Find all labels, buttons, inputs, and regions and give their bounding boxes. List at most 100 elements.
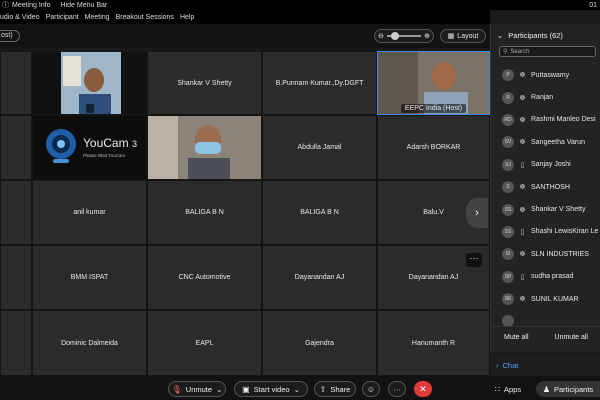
video-tile[interactable] — [147, 115, 262, 180]
tile-label: EAPL — [195, 339, 214, 347]
video-tile[interactable]: Abdulla Jamal — [262, 115, 377, 180]
close-icon: ✕ — [419, 383, 427, 394]
chevron-down-icon[interactable]: ⌄ — [294, 385, 300, 394]
participant-row[interactable]: SS ☸ Shankar V Shetty — [491, 198, 600, 220]
menu-bar: udio & Video Participant Meeting Breakou… — [0, 10, 490, 24]
video-tile[interactable]: Shankar V Shetty — [147, 51, 262, 115]
tile-label: Dayanandan AJ — [294, 274, 345, 281]
participant-row[interactable]: SP ▯ sudha prasad — [491, 266, 600, 288]
participant-row[interactable]: SK ☸ SUNIL KUMAR — [491, 288, 600, 310]
participant-row[interactable]: SI ☸ SLN INDUSTRIES — [491, 243, 600, 265]
zoom-slider[interactable] — [386, 32, 422, 40]
tile-label: Abdulla Jamal — [297, 144, 342, 151]
start-video-button[interactable]: ▣ Start video ⌄ — [234, 381, 308, 397]
meeting-info[interactable]: ⓘ Meeting Info — [2, 0, 51, 10]
time-fragment: 01 — [589, 1, 597, 9]
participant-row[interactable]: R ☸ Ranjan — [491, 86, 600, 108]
video-tile[interactable]: Dominic Dalmeida — [32, 310, 147, 376]
avatar: SS — [502, 203, 514, 216]
participant-name: SANTHOSH — [531, 183, 570, 191]
participant-search-input[interactable]: ⚲ Search — [499, 46, 596, 57]
chevron-right-icon: › — [496, 360, 499, 370]
video-tile[interactable] — [0, 245, 32, 310]
reactions-button[interactable]: ☺ — [362, 381, 380, 397]
host-video-tile[interactable]: EEPC India (Host) — [377, 51, 490, 115]
video-tile[interactable]: B.Punnam Kumar.,Dy.DGFT — [262, 51, 377, 115]
chevron-down-icon[interactable]: ⌄ — [497, 31, 503, 40]
participant-row[interactable]: SS ▯ Shashi LewisKiran Le — [491, 221, 600, 243]
video-tile[interactable]: BALIGA B N — [262, 180, 377, 245]
zoom-in-icon[interactable]: ⊕ — [424, 32, 430, 40]
participants-panel: ⌄ Participants (62) ⚲ Search P ☸ Puttaswam… — [490, 24, 600, 352]
video-tile[interactable] — [0, 115, 32, 180]
chevron-down-icon[interactable]: ⌄ — [216, 385, 222, 394]
share-button[interactable]: ⇧ Share — [314, 381, 356, 397]
video-tile[interactable]: Hanumanth R — [377, 310, 490, 376]
unmute-all-button[interactable]: Unmute all — [555, 334, 588, 341]
more-options-button[interactable]: ··· — [388, 381, 406, 397]
video-tile[interactable]: YouCam 3 Please Wait YouCam — [32, 115, 147, 180]
hide-menu-bar[interactable]: Hide Menu Bar — [61, 2, 108, 9]
unmute-button[interactable]: 🎙 Unmute ⌄ — [168, 381, 226, 397]
mute-controls: Mute all Unmute all — [491, 326, 600, 348]
video-tile[interactable]: Dayanandan AJ — [262, 245, 377, 310]
tile-label: Hanumanth R — [411, 339, 456, 347]
participant-name: Sanjay Joshi — [531, 161, 571, 169]
share-label: Share — [330, 384, 351, 394]
phone-icon: ▯ — [520, 228, 525, 236]
participant-row[interactable] — [491, 310, 600, 326]
tile-label: CNC Automotive — [178, 274, 231, 281]
participant-row[interactable]: SV ☸ Sangeetha Varun — [491, 131, 600, 153]
youcam-note: Please Wait YouCam — [83, 153, 126, 158]
next-page-arrow-icon[interactable]: › — [466, 198, 488, 228]
video-tile[interactable]: Gajendra — [262, 310, 377, 376]
menu-breakout-sessions[interactable]: Breakout Sessions — [116, 14, 174, 21]
video-tile[interactable]: anil kumar — [32, 180, 147, 245]
start-video-label: Start video — [253, 384, 290, 394]
headset-icon: ☸ — [519, 72, 526, 80]
participant-row[interactable]: P ☸ Puttaswamy — [491, 64, 600, 86]
camera-icon: ▣ — [242, 384, 250, 394]
participant-row[interactable]: RD ☸ Rashmi Manleo Desi — [491, 109, 600, 131]
youcam-version: 3 — [131, 139, 137, 149]
mute-all-button[interactable]: Mute all — [504, 334, 529, 341]
layout-button[interactable]: ▦ Layout — [440, 29, 486, 43]
participants-header[interactable]: ⌄ Participants (62) — [491, 24, 600, 46]
avatar: SP — [502, 270, 514, 283]
participant-row[interactable]: SJ ▯ Sanjay Joshi — [491, 154, 600, 176]
avatar: SV — [502, 136, 514, 149]
end-meeting-button[interactable]: ✕ — [414, 381, 432, 397]
video-tile[interactable]: CNC Automotive — [147, 245, 262, 310]
tile-label: Dayanandan AJ — [408, 274, 459, 281]
menu-audio-video[interactable]: udio & Video — [0, 14, 40, 21]
headset-icon: ☸ — [519, 116, 526, 124]
video-tile[interactable]: BMM ISPAT — [32, 245, 147, 310]
avatar: SS — [502, 225, 514, 238]
video-tile[interactable]: EAPL — [147, 310, 262, 376]
host-chip[interactable]: ost) — [0, 30, 20, 42]
video-tile[interactable] — [0, 310, 32, 376]
headset-icon: ☸ — [519, 139, 526, 147]
avatar: RD — [502, 113, 514, 126]
video-tile[interactable] — [32, 51, 147, 115]
chat-label: Chat — [502, 360, 519, 370]
apps-button[interactable]: ∷ Apps — [488, 381, 528, 397]
zoom-control[interactable]: ⊖ ⊕ — [374, 29, 434, 43]
menu-help[interactable]: Help — [180, 14, 194, 21]
headset-icon: ☸ — [519, 251, 526, 259]
video-tile[interactable] — [0, 51, 32, 115]
chat-section-toggle[interactable]: › Chat — [490, 354, 600, 376]
participants-button[interactable]: ♟ Participants — [536, 381, 600, 397]
video-tile[interactable] — [0, 180, 32, 245]
menu-participant[interactable]: Participant — [46, 14, 79, 21]
video-tile[interactable]: Adarsh BORKAR — [377, 115, 490, 180]
video-tile[interactable]: BALIGA B N — [147, 180, 262, 245]
tile-label: Shankar V Shetty — [177, 79, 232, 87]
zoom-out-icon[interactable]: ⊖ — [378, 32, 384, 40]
zoom-knob[interactable] — [390, 32, 399, 40]
menu-meeting[interactable]: Meeting — [85, 14, 110, 21]
avatar: R — [502, 91, 514, 104]
tile-more-options-icon[interactable]: ⋯ — [466, 253, 482, 267]
participant-row[interactable]: S ☸ SANTHOSH — [491, 176, 600, 198]
avatar: P — [502, 69, 514, 82]
